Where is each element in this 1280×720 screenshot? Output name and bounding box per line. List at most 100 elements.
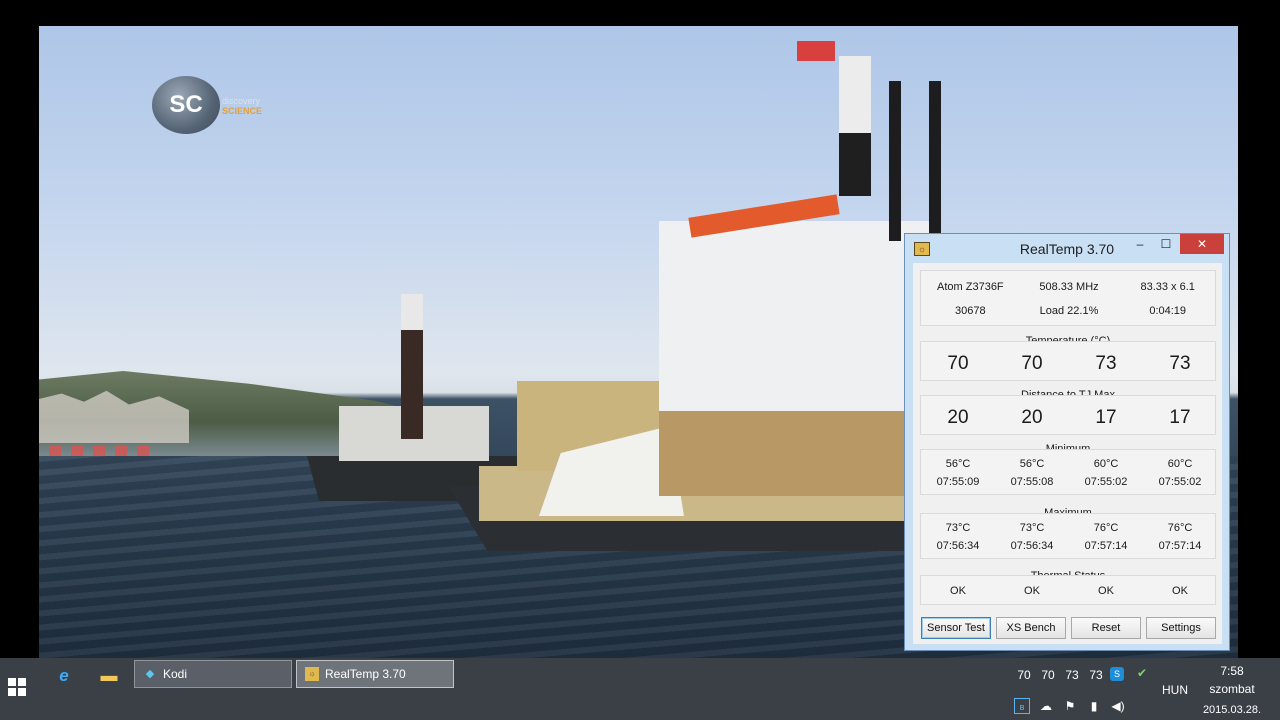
action-center-flag-icon[interactable]: ⚑ bbox=[1062, 698, 1078, 714]
tray-temperatures[interactable]: 70 70 73 73 bbox=[1012, 668, 1108, 682]
core2-thermal-status: OK bbox=[1098, 585, 1114, 597]
taskbar-item-realtemp[interactable]: ☼ RealTemp 3.70 bbox=[296, 660, 454, 688]
core2-temp: 73 bbox=[1095, 353, 1117, 374]
core0-distance: 20 bbox=[947, 407, 969, 428]
cpu-info-row: Atom Z3736F 508.33 MHz 83.33 x 6.1 bbox=[921, 281, 1217, 293]
clock-day[interactable]: szombat bbox=[1200, 682, 1264, 696]
core0-thermal-status: OK bbox=[950, 585, 966, 597]
windows-logo-icon bbox=[18, 678, 26, 686]
core3-temp: 73 bbox=[1169, 353, 1191, 374]
core2-min-temp: 60°C bbox=[1093, 458, 1119, 470]
core3-min-temp: 60°C bbox=[1167, 458, 1193, 470]
core3-distance: 17 bbox=[1169, 407, 1191, 428]
channel-logo-text: discovery SCIENCE bbox=[222, 96, 262, 116]
channel-logo: SC discovery SCIENCE bbox=[152, 76, 282, 136]
bluetooth-icon[interactable]: ʙ bbox=[1014, 698, 1030, 714]
cloud-icon[interactable]: ☁ bbox=[1038, 698, 1054, 714]
thermal-status-group: OK OK OK OK bbox=[920, 575, 1216, 605]
buoys bbox=[49, 446, 149, 456]
thermal-status-row: OK OK OK OK bbox=[921, 585, 1217, 597]
temperature-group: 70 70 73 73 bbox=[920, 341, 1216, 381]
core1-min-temp: 56°C bbox=[1019, 458, 1045, 470]
realtemp-window: ☼ RealTemp 3.70 – ☐ ✕ Atom Z3736F 508.33… bbox=[904, 233, 1230, 651]
taskbar-item-label: Kodi bbox=[163, 667, 188, 681]
core3-thermal-status: OK bbox=[1172, 585, 1188, 597]
cpu-load: Load 22.1% bbox=[1039, 305, 1099, 317]
xs-bench-button[interactable]: XS Bench bbox=[996, 617, 1066, 639]
core0-max-time: 07:56:34 bbox=[936, 540, 980, 552]
core2-max-time: 07:57:14 bbox=[1084, 540, 1128, 552]
minimum-temps-row: 56°C 56°C 60°C 60°C bbox=[921, 458, 1217, 470]
channel-logo-disc: SC bbox=[152, 76, 220, 134]
settings-button[interactable]: Settings bbox=[1146, 617, 1216, 639]
tray-temp-core3[interactable]: 73 bbox=[1084, 668, 1108, 682]
windows-logo-icon bbox=[8, 678, 16, 686]
core3-max-time: 07:57:14 bbox=[1158, 540, 1202, 552]
minimum-times-row: 07:55:09 07:55:08 07:55:02 07:55:02 bbox=[921, 476, 1217, 488]
core2-distance: 17 bbox=[1095, 407, 1117, 428]
tray-temp-core0[interactable]: 70 bbox=[1012, 668, 1036, 682]
cpu-stats-row: 30678 Load 22.1% 0:04:19 bbox=[921, 305, 1217, 317]
taskbar-item-label: RealTemp 3.70 bbox=[325, 667, 406, 681]
cpu-multiplier: 83.33 x 6.1 bbox=[1140, 281, 1195, 293]
core1-thermal-status: OK bbox=[1024, 585, 1040, 597]
core2-max-temp: 76°C bbox=[1093, 522, 1119, 534]
windows-logo-icon bbox=[8, 688, 16, 696]
core2-min-time: 07:55:02 bbox=[1084, 476, 1128, 488]
maximize-button[interactable]: ☐ bbox=[1157, 234, 1175, 254]
cpu-score: 30678 bbox=[955, 305, 986, 317]
tray-temp-core2[interactable]: 73 bbox=[1060, 668, 1084, 682]
minimize-button[interactable]: – bbox=[1131, 234, 1149, 254]
tug-mast bbox=[401, 294, 423, 439]
tray-temp-core1[interactable]: 70 bbox=[1036, 668, 1060, 682]
volume-icon[interactable]: ◀) bbox=[1110, 698, 1126, 714]
realtemp-panel: Atom Z3736F 508.33 MHz 83.33 x 6.1 30678… bbox=[913, 263, 1222, 644]
channel-logo-sub: SCIENCE bbox=[222, 106, 263, 116]
network-signal-icon[interactable]: ▮ bbox=[1086, 698, 1102, 714]
ship-frame-post bbox=[889, 81, 901, 241]
core1-temp: 70 bbox=[1021, 353, 1043, 374]
title-bar[interactable]: ☼ RealTemp 3.70 – ☐ ✕ bbox=[905, 234, 1229, 262]
core1-max-time: 07:56:34 bbox=[1010, 540, 1054, 552]
internet-explorer-icon[interactable]: e bbox=[44, 662, 84, 690]
maximum-group: 73°C 73°C 76°C 76°C 07:56:34 07:56:34 07… bbox=[920, 513, 1216, 559]
close-button[interactable]: ✕ bbox=[1180, 234, 1224, 254]
core1-min-time: 07:55:08 bbox=[1010, 476, 1054, 488]
core0-min-temp: 56°C bbox=[945, 458, 971, 470]
security-check-icon[interactable]: ✔ bbox=[1133, 666, 1151, 680]
file-explorer-icon[interactable]: ▬ bbox=[89, 662, 129, 690]
taskbar-item-kodi[interactable]: ◆ Kodi bbox=[134, 660, 292, 688]
distance-group: 20 20 17 17 bbox=[920, 395, 1216, 435]
reset-button[interactable]: Reset bbox=[1071, 617, 1141, 639]
cpu-frequency: 508.33 MHz bbox=[1039, 281, 1099, 293]
language-indicator[interactable]: HUN bbox=[1162, 683, 1188, 697]
cpu-info-group: Atom Z3736F 508.33 MHz 83.33 x 6.1 30678… bbox=[920, 270, 1216, 326]
skype-icon[interactable]: S bbox=[1110, 667, 1124, 681]
core0-max-temp: 73°C bbox=[945, 522, 971, 534]
core3-min-time: 07:55:02 bbox=[1158, 476, 1202, 488]
sensor-test-button[interactable]: Sensor Test bbox=[921, 617, 991, 639]
minimum-group: 56°C 56°C 60°C 60°C 07:55:09 07:55:08 07… bbox=[920, 449, 1216, 495]
start-button[interactable] bbox=[8, 678, 28, 698]
maximum-temps-row: 73°C 73°C 76°C 76°C bbox=[921, 522, 1217, 534]
ship-flag bbox=[797, 41, 835, 61]
windows-logo-icon bbox=[18, 688, 26, 696]
maximum-times-row: 07:56:34 07:56:34 07:57:14 07:57:14 bbox=[921, 540, 1217, 552]
cpu-model: Atom Z3736F bbox=[937, 281, 1004, 293]
core3-max-temp: 76°C bbox=[1167, 522, 1193, 534]
clock-date[interactable]: 2015.03.28. bbox=[1200, 704, 1264, 716]
uptime: 0:04:19 bbox=[1149, 305, 1187, 317]
ship-funnel bbox=[839, 56, 871, 196]
distance-row: 20 20 17 17 bbox=[921, 407, 1217, 429]
channel-logo-name: discovery bbox=[222, 96, 261, 106]
temperature-row: 70 70 73 73 bbox=[921, 353, 1217, 375]
ship-frame-post bbox=[929, 81, 941, 241]
ship-bridge bbox=[659, 221, 939, 411]
taskbar: e ▬ ◆ Kodi ☼ RealTemp 3.70 70 70 73 73 S… bbox=[0, 658, 1280, 720]
clock-time[interactable]: 7:58 bbox=[1200, 660, 1264, 682]
kodi-icon: ◆ bbox=[145, 668, 155, 680]
core1-distance: 20 bbox=[1021, 407, 1043, 428]
core0-temp: 70 bbox=[947, 353, 969, 374]
realtemp-icon: ☼ bbox=[305, 667, 319, 681]
core1-max-temp: 73°C bbox=[1019, 522, 1045, 534]
